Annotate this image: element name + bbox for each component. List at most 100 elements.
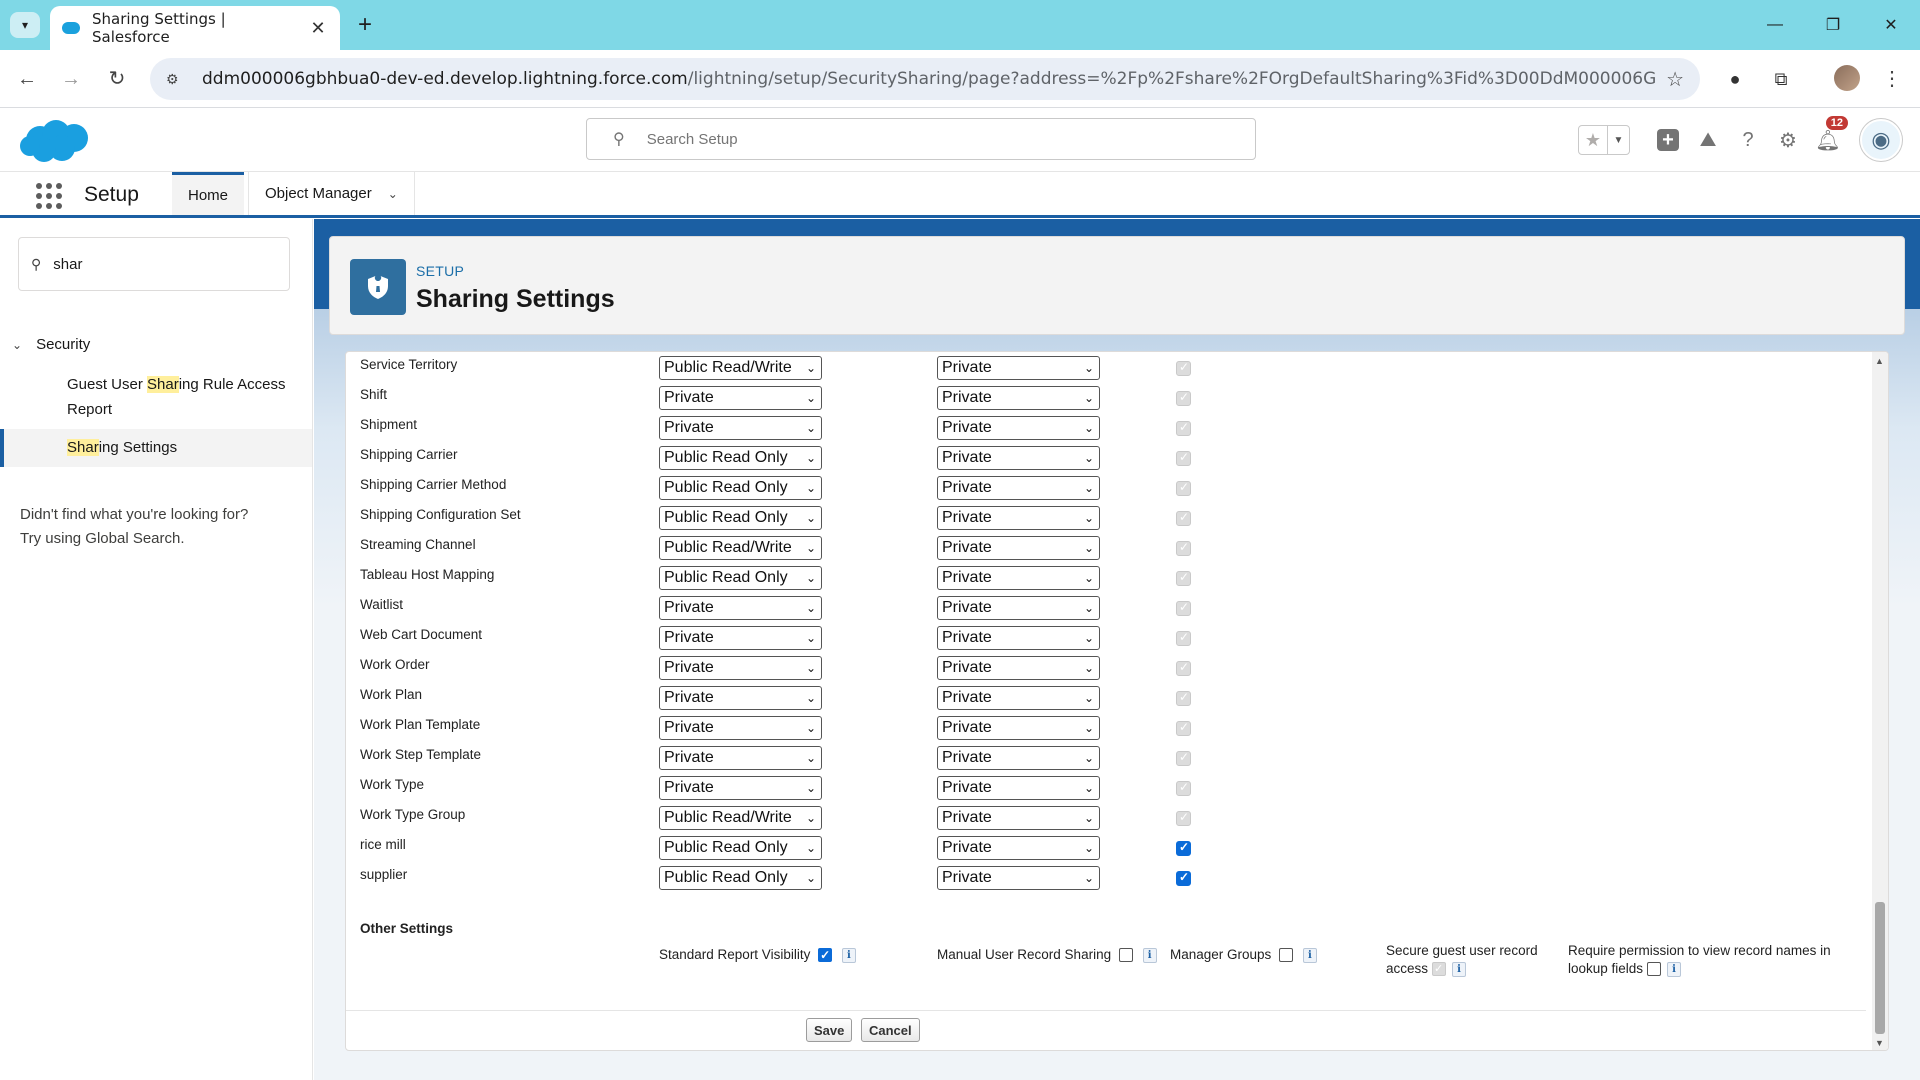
info-icon[interactable]: i: [1142, 947, 1157, 963]
default-internal-access-select[interactable]: Public Read Only ⌄: [659, 506, 822, 530]
default-internal-access-select[interactable]: Public Read Only ⌄: [659, 446, 822, 470]
quick-find-input[interactable]: [53, 255, 254, 273]
close-tab-icon[interactable]: ✕: [308, 18, 328, 39]
default-external-access-select[interactable]: Private ⌄: [937, 806, 1100, 830]
default-external-access-select[interactable]: Private ⌄: [937, 356, 1100, 380]
default-internal-access-select[interactable]: Public Read/Write ⌄: [659, 806, 822, 830]
default-external-access-select[interactable]: Private ⌄: [937, 386, 1100, 410]
standard-report-visibility-checkbox[interactable]: [818, 946, 833, 964]
select-value: Private: [664, 419, 714, 436]
default-external-access-select[interactable]: Private ⌄: [937, 476, 1100, 500]
default-external-access-select[interactable]: Private ⌄: [937, 626, 1100, 650]
cancel-button[interactable]: Cancel: [861, 1018, 920, 1042]
object-name: Shipping Carrier Method: [360, 477, 507, 492]
info-icon[interactable]: i: [1302, 947, 1317, 963]
chevron-down-icon[interactable]: ⌄: [12, 338, 22, 352]
quick-find-box[interactable]: ⚲: [18, 237, 290, 291]
extensions-puzzle-icon[interactable]: ⧉: [1768, 66, 1794, 92]
default-internal-access-select[interactable]: Private ⌄: [659, 386, 822, 410]
forward-icon[interactable]: →: [58, 66, 84, 92]
default-external-access-select[interactable]: Private ⌄: [937, 566, 1100, 590]
tab-object-manager[interactable]: Object Manager ⌄: [248, 172, 415, 215]
favorites-dropdown-icon[interactable]: ▼: [1607, 126, 1629, 154]
default-external-access-select[interactable]: Private ⌄: [937, 836, 1100, 860]
grant-access-hierarchies-checkbox[interactable]: [1176, 840, 1191, 856]
default-internal-access-select[interactable]: Private ⌄: [659, 626, 822, 650]
sharing-row: Work Type Private ⌄ Private ⌄: [346, 772, 1866, 802]
bookmark-star-icon[interactable]: ☆: [1666, 67, 1684, 92]
setup-gear-icon[interactable]: ⚙: [1768, 124, 1808, 156]
default-internal-access-select[interactable]: Public Read/Write ⌄: [659, 536, 822, 560]
sidebar-item-guest-user-sharing-rule-access-report[interactable]: Guest User Sharing Rule Access Report: [0, 372, 312, 422]
default-internal-access-select[interactable]: Private ⌄: [659, 596, 822, 620]
default-internal-access-select[interactable]: Private ⌄: [659, 746, 822, 770]
default-internal-access-select[interactable]: Public Read Only ⌄: [659, 566, 822, 590]
select-value: Private: [942, 509, 992, 526]
manual-user-record-sharing-checkbox[interactable]: [1118, 948, 1133, 963]
site-info-icon[interactable]: ⚙: [166, 71, 188, 88]
sidebar-section-security[interactable]: ⌄ Security: [12, 336, 90, 353]
default-internal-access-select[interactable]: Private ⌄: [659, 416, 822, 440]
save-button[interactable]: Save: [806, 1018, 853, 1042]
default-external-access-select[interactable]: Private ⌄: [937, 446, 1100, 470]
default-internal-access-select[interactable]: Public Read/Write ⌄: [659, 356, 822, 380]
global-actions-button[interactable]: +: [1648, 124, 1688, 156]
restore-icon[interactable]: ❐: [1804, 0, 1862, 50]
help-icon[interactable]: ?: [1728, 124, 1768, 156]
sidebar-item-sharing-settings[interactable]: Sharing Settings: [0, 429, 312, 467]
manager-groups-checkbox[interactable]: [1279, 948, 1294, 963]
scroll-up-arrow-icon[interactable]: ▲: [1875, 356, 1884, 366]
default-external-access-select[interactable]: Private ⌄: [937, 866, 1100, 890]
default-internal-access-select[interactable]: Private ⌄: [659, 686, 822, 710]
tab-home[interactable]: Home: [172, 172, 245, 215]
browser-tab[interactable]: Sharing Settings | Salesforce ✕: [50, 6, 340, 50]
info-icon[interactable]: i: [841, 947, 856, 963]
user-avatar[interactable]: ◉: [1860, 119, 1902, 161]
reload-icon[interactable]: ↻: [104, 66, 130, 92]
favorites-button[interactable]: ★ ▼: [1578, 125, 1630, 155]
vertical-scrollbar[interactable]: ▲ ▼: [1872, 352, 1888, 1050]
search-setup-input[interactable]: [646, 130, 1147, 148]
default-external-access-select[interactable]: Private ⌄: [937, 716, 1100, 740]
default-internal-access-select[interactable]: Private ⌄: [659, 716, 822, 740]
grant-access-hierarchies-checkbox[interactable]: [1176, 870, 1191, 886]
back-icon[interactable]: ←: [14, 66, 40, 92]
default-external-access-select[interactable]: Private ⌄: [937, 686, 1100, 710]
default-internal-access-select[interactable]: Public Read Only ⌄: [659, 476, 822, 500]
extension-icon[interactable]: ●: [1722, 66, 1748, 92]
url-text[interactable]: ddm000006gbhbua0-dev-ed.develop.lightnin…: [202, 69, 1656, 89]
default-internal-access-select[interactable]: Private ⌄: [659, 656, 822, 680]
default-external-access-select[interactable]: Private ⌄: [937, 536, 1100, 560]
require-permission-record-names-checkbox[interactable]: [1647, 962, 1662, 977]
info-icon[interactable]: i: [1667, 961, 1682, 977]
notifications-bell-icon[interactable]: 🔔︎ 12: [1808, 116, 1848, 156]
default-internal-access-select[interactable]: Public Read Only ⌄: [659, 836, 822, 860]
info-icon[interactable]: i: [1452, 961, 1467, 977]
new-tab-icon[interactable]: +: [352, 11, 378, 39]
chevron-down-icon[interactable]: ⌄: [388, 187, 398, 201]
minimize-icon[interactable]: —: [1746, 0, 1804, 50]
scrollbar-thumb[interactable]: [1875, 902, 1885, 1034]
select-value: Private: [664, 389, 714, 406]
default-external-access-select[interactable]: Private ⌄: [937, 506, 1100, 530]
default-external-access-select[interactable]: Private ⌄: [937, 416, 1100, 440]
browser-profile-avatar[interactable]: [1834, 65, 1860, 91]
default-external-access-select[interactable]: Private ⌄: [937, 776, 1100, 800]
sidebar-item-text: Guest User: [67, 376, 148, 393]
favorites-star-icon[interactable]: ★: [1579, 126, 1607, 154]
trailhead-guidance-icon[interactable]: ⛰: [1688, 124, 1728, 156]
default-internal-access-select[interactable]: Public Read Only ⌄: [659, 866, 822, 890]
search-setup-box[interactable]: ⚲: [586, 118, 1256, 160]
default-internal-access-select[interactable]: Private ⌄: [659, 776, 822, 800]
default-external-access-select[interactable]: Private ⌄: [937, 746, 1100, 770]
scroll-down-arrow-icon[interactable]: ▼: [1875, 1038, 1884, 1048]
tab-search-button[interactable]: ▾: [10, 12, 40, 38]
default-external-access-select[interactable]: Private ⌄: [937, 596, 1100, 620]
url-bar[interactable]: ⚙ ddm000006gbhbua0-dev-ed.develop.lightn…: [150, 58, 1700, 100]
hint-line: Try using Global Search.: [20, 530, 185, 547]
default-external-access-select[interactable]: Private ⌄: [937, 656, 1100, 680]
browser-menu-icon[interactable]: ⋮: [1882, 66, 1902, 91]
close-window-icon[interactable]: ✕: [1862, 0, 1920, 50]
app-launcher-icon[interactable]: [36, 183, 62, 209]
salesforce-logo-icon[interactable]: [18, 118, 94, 164]
